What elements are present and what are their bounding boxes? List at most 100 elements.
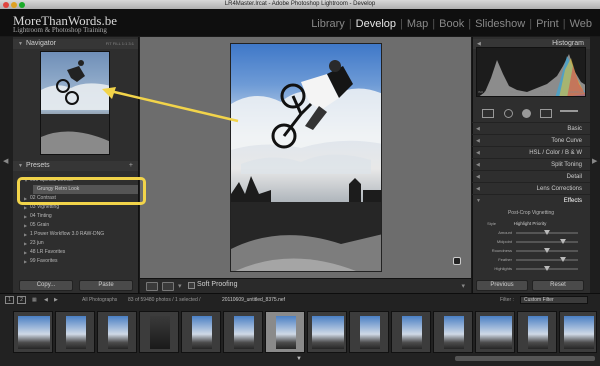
module-book[interactable]: Book [435, 18, 468, 30]
panel-label: HSL / Color / B & W [529, 150, 582, 156]
collapse-left-icon[interactable]: ◀ [3, 157, 8, 165]
slider-track[interactable] [516, 230, 578, 235]
thumbnail-image [564, 316, 594, 349]
filmstrip-thumbnail[interactable] [475, 311, 515, 353]
red-eye-icon[interactable] [522, 109, 531, 118]
slider-midpoint[interactable]: Midpoint [478, 238, 584, 246]
slider-track[interactable] [516, 239, 578, 244]
module-bar: MoreThanWords.be Lightroom & Photoshop T… [0, 9, 600, 36]
slider-highlights[interactable]: Highlights [478, 265, 584, 273]
filmstrip-filename[interactable]: 20110609_untitled_8375.nef [222, 297, 285, 303]
module-library[interactable]: Library [307, 18, 349, 30]
slider-thumb[interactable] [544, 266, 550, 271]
navigator-title: Navigator [25, 40, 56, 47]
slider-label: Feather [498, 257, 512, 262]
reset-button[interactable]: Reset [532, 280, 584, 291]
filmstrip-thumbnail-selected[interactable] [265, 311, 305, 353]
grid-view-icon[interactable]: ▦ [32, 297, 37, 303]
nav-forward-icon[interactable]: ▶ [54, 297, 58, 303]
panel-detail[interactable]: ◀ Detail [472, 170, 590, 182]
folder-closed-icon: ▶ [24, 250, 28, 255]
filmstrip-collapse-icon[interactable]: ▼ [296, 356, 302, 362]
filmstrip-thumbnail[interactable] [181, 311, 221, 353]
nav-back-icon[interactable]: ◀ [44, 297, 48, 303]
copy-settings-button[interactable]: Copy... [19, 280, 73, 291]
panel-effects[interactable]: ▼ Effects [472, 194, 590, 206]
filmstrip-thumbnail[interactable] [559, 311, 597, 353]
filter-select[interactable]: Custom Filter [520, 296, 588, 304]
panel-basic[interactable]: ◀ Basic [472, 122, 590, 134]
main-photo[interactable] [230, 43, 382, 272]
module-print[interactable]: Print [532, 18, 563, 30]
window-1-icon[interactable]: 1 [5, 296, 14, 304]
preset-folder[interactable]: ▶ 23 jun [13, 239, 138, 248]
preset-label: 48 LR Favorites [30, 249, 66, 255]
crop-tool-icon[interactable] [482, 109, 494, 118]
filmstrip-thumbnail[interactable] [223, 311, 263, 353]
zoom-to-fit-icon[interactable] [453, 257, 461, 265]
filmstrip-source[interactable]: All Photographs [82, 297, 117, 303]
soft-proofing-checkbox[interactable] [188, 282, 195, 289]
window-2-icon[interactable]: 2 [17, 296, 26, 304]
preset-folder[interactable]: ▶ 48 LR Favorites [13, 248, 138, 257]
left-panel-edge[interactable]: ◀ [0, 37, 13, 293]
navigator-zoom-options[interactable]: FIT FILL 1:1 3:1 [106, 39, 134, 49]
close-window-icon[interactable] [3, 1, 9, 8]
left-panel: ▼ Navigator FIT FILL 1:1 3:1 ▼ Presets + ▼… [13, 37, 139, 293]
collapse-right-icon[interactable]: ▶ [592, 157, 597, 165]
previous-button[interactable]: Previous [476, 280, 528, 291]
before-after-dropdown-icon[interactable]: ▾ [178, 282, 182, 290]
panel-hsl[interactable]: ◀ HSL / Color / B & W [472, 146, 590, 158]
filmstrip-thumbnail[interactable] [13, 311, 53, 353]
navigator-header[interactable]: ▼ Navigator FIT FILL 1:1 3:1 [13, 39, 138, 49]
slider-track[interactable] [516, 248, 578, 253]
panel-lens-corrections[interactable]: ◀ Lens Corrections [472, 182, 590, 194]
spot-removal-icon[interactable] [504, 109, 513, 118]
panel-split-toning[interactable]: ◀ Split Toning [472, 158, 590, 170]
slider-thumb[interactable] [559, 239, 566, 244]
minimize-window-icon[interactable] [11, 1, 17, 8]
loupe-view-icon[interactable] [146, 282, 158, 291]
filmstrip-thumbnail[interactable] [55, 311, 95, 353]
slider-thumb[interactable] [559, 257, 566, 262]
module-develop[interactable]: Develop [352, 18, 400, 30]
slider-thumb[interactable] [544, 230, 550, 235]
preset-folder[interactable]: ▶ 99 Favorites [13, 257, 138, 266]
collapse-presets-icon[interactable]: ▼ [18, 163, 23, 169]
right-panel-edge[interactable]: ▶ [590, 37, 600, 293]
before-after-icon[interactable] [162, 282, 174, 291]
module-web[interactable]: Web [566, 18, 596, 30]
preset-label: 99 Favorites [30, 258, 58, 264]
filmstrip-scrollbar[interactable] [455, 356, 595, 361]
slider-thumb[interactable] [544, 248, 550, 253]
adjustment-brush-icon[interactable] [560, 110, 578, 112]
panel-tone-curve[interactable]: ◀ Tone Curve [472, 134, 590, 146]
module-map[interactable]: Map [403, 18, 432, 30]
filmstrip-thumbnail[interactable] [391, 311, 431, 353]
slider-roundness[interactable]: Roundness [478, 247, 584, 255]
vignette-style-select[interactable]: Highlight Priority [500, 220, 560, 228]
paste-settings-button[interactable]: Paste [79, 280, 133, 291]
slider-track[interactable] [516, 266, 578, 271]
main-photo-image [231, 60, 381, 271]
filmstrip-thumbnail[interactable] [349, 311, 389, 353]
preset-folder[interactable]: ▶ 04 Tinting [13, 212, 138, 221]
preset-folder[interactable]: ▶ 1 Power Workflow 3.0 RAW-DNG [13, 230, 138, 239]
slider-amount[interactable]: Amount [478, 229, 584, 237]
slider-track[interactable] [516, 257, 578, 262]
zoom-window-icon[interactable] [19, 1, 25, 8]
filmstrip-thumbnail[interactable] [97, 311, 137, 353]
thumbnail-image [234, 316, 254, 349]
preset-folder[interactable]: ▶ 05 Grain [13, 221, 138, 230]
collapse-navigator-icon[interactable]: ▼ [18, 41, 23, 47]
toolbar-menu-icon[interactable]: ▾ [461, 282, 465, 290]
slider-feather[interactable]: Feather [478, 256, 584, 264]
module-slideshow[interactable]: Slideshow [471, 18, 529, 30]
graduated-filter-icon[interactable] [540, 109, 552, 118]
add-preset-icon[interactable]: + [129, 161, 133, 171]
filmstrip-thumbnail[interactable] [139, 311, 179, 353]
filmstrip-thumbnail[interactable] [517, 311, 557, 353]
presets-header[interactable]: ▼ Presets + [13, 161, 138, 171]
filmstrip-thumbnail[interactable] [433, 311, 473, 353]
filmstrip-thumbnail[interactable] [307, 311, 347, 353]
